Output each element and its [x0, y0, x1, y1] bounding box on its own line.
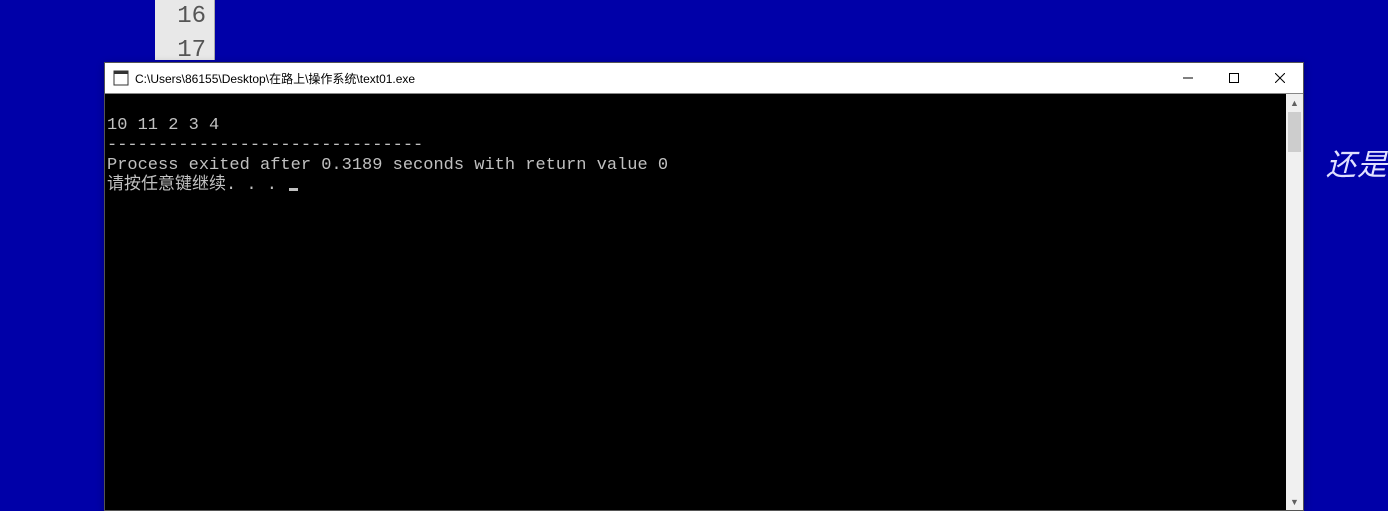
minimize-icon: [1183, 73, 1193, 83]
scroll-down-arrow-icon[interactable]: ▼: [1286, 493, 1303, 510]
slide-annotation-fragment: 还是: [1326, 140, 1388, 184]
console-window: C:\Users\86155\Desktop\在路上\操作系统\text01.e…: [104, 62, 1304, 511]
close-button[interactable]: [1257, 63, 1303, 93]
minimize-button[interactable]: [1165, 63, 1211, 93]
line-number: 16: [155, 0, 214, 34]
console-app-icon: [113, 70, 129, 86]
text-cursor: [289, 188, 298, 191]
close-icon: [1275, 73, 1285, 83]
console-exit-line: Process exited after 0.3189 seconds with…: [107, 156, 1284, 176]
console-output[interactable]: 10 11 2 3 4-----------------------------…: [105, 94, 1286, 510]
maximize-button[interactable]: [1211, 63, 1257, 93]
scroll-up-arrow-icon[interactable]: ▲: [1286, 94, 1303, 111]
editor-gutter: 16 17: [155, 0, 215, 60]
window-title: C:\Users\86155\Desktop\在路上\操作系统\text01.e…: [135, 70, 415, 87]
vertical-scrollbar[interactable]: ▲ ▼: [1286, 94, 1303, 510]
window-titlebar[interactable]: C:\Users\86155\Desktop\在路上\操作系统\text01.e…: [105, 63, 1303, 93]
scrollbar-thumb[interactable]: [1288, 112, 1301, 152]
maximize-icon: [1229, 73, 1239, 83]
console-line: 10 11 2 3 4: [107, 116, 1284, 136]
console-separator: -------------------------------: [107, 136, 1284, 156]
console-prompt-line: 请按任意键继续. . .: [107, 176, 1284, 196]
code-content: int j1= vecInt.capacity(); //j=512: [215, 0, 1388, 60]
console-body: 10 11 2 3 4-----------------------------…: [105, 93, 1303, 510]
